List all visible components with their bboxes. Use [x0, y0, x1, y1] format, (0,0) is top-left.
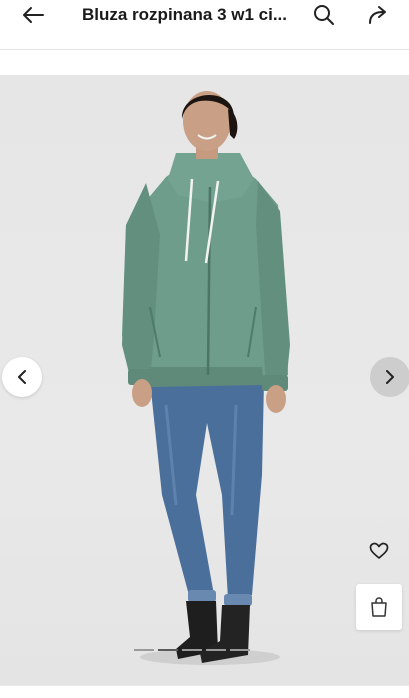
header-spacer: [0, 51, 409, 75]
search-button[interactable]: [307, 0, 341, 30]
chevron-left-icon: [18, 370, 26, 384]
next-image-button[interactable]: [370, 357, 409, 397]
pagination-dot-active[interactable]: [158, 649, 178, 651]
previous-image-button[interactable]: [2, 357, 42, 397]
page-title: Bluza rozpinana 3 w1 ci...: [82, 5, 287, 24]
pagination-dot[interactable]: [206, 649, 226, 651]
top-app-bar: Bluza rozpinana 3 w1 ci...: [0, 0, 409, 50]
share-button[interactable]: [362, 0, 396, 30]
arrow-left-icon: [23, 7, 44, 23]
shopping-bag-icon: [371, 597, 387, 617]
chevron-right-icon: [386, 370, 394, 384]
share-icon: [369, 6, 386, 24]
product-image-gallery[interactable]: [0, 75, 409, 685]
heart-outline-icon: [369, 542, 389, 559]
gallery-pagination: [134, 649, 250, 653]
bottom-divider: [0, 685, 409, 698]
search-icon: [314, 5, 334, 25]
favorite-button[interactable]: [366, 539, 392, 563]
pagination-dot[interactable]: [182, 649, 202, 651]
product-photo: [122, 91, 290, 665]
add-to-bag-button[interactable]: [356, 584, 402, 630]
back-button[interactable]: [16, 0, 50, 30]
pagination-dot[interactable]: [230, 649, 250, 651]
pagination-dot[interactable]: [134, 649, 154, 651]
